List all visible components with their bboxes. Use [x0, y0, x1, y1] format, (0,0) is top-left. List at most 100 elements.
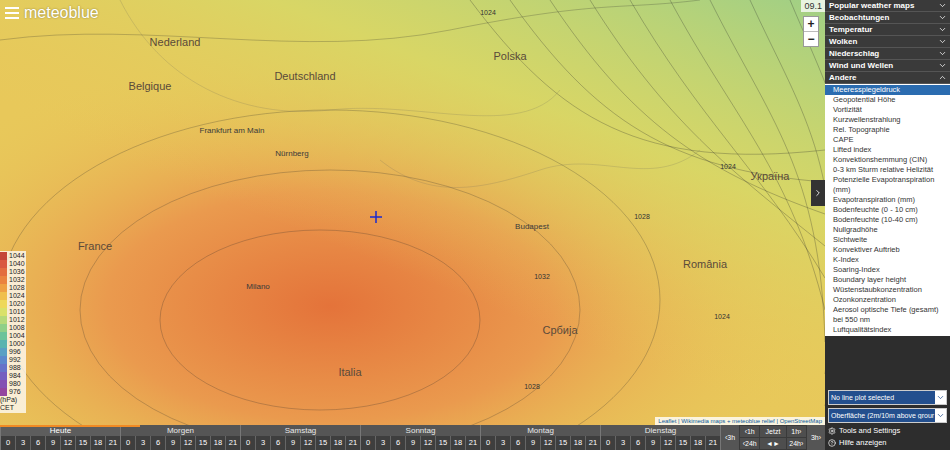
- hour-cell[interactable]: 0: [601, 436, 615, 450]
- hour-cell[interactable]: 9: [405, 436, 420, 450]
- hour-cell[interactable]: 12: [540, 436, 555, 450]
- collapse-tab[interactable]: [811, 180, 825, 206]
- section-header[interactable]: Wolken: [825, 36, 950, 48]
- hour-cell[interactable]: 0: [241, 436, 255, 450]
- hour-cell[interactable]: 15: [555, 436, 570, 450]
- hour-cell[interactable]: 21: [105, 436, 120, 450]
- day-label[interactable]: Montag: [481, 425, 600, 436]
- layer-item[interactable]: K-Index: [825, 255, 950, 265]
- hour-cell[interactable]: 0: [1, 436, 15, 450]
- section-header[interactable]: Temperatur: [825, 24, 950, 36]
- hour-cell[interactable]: 18: [450, 436, 465, 450]
- layer-item[interactable]: Konvektionshemmung (CIN): [825, 155, 950, 165]
- hour-cell[interactable]: 18: [690, 436, 705, 450]
- layer-item[interactable]: Vortizität: [825, 105, 950, 115]
- layer-item[interactable]: Kurzwellenstrahlung: [825, 115, 950, 125]
- back-1h-button[interactable]: ‹1h: [740, 426, 759, 437]
- hour-cell[interactable]: 6: [390, 436, 405, 450]
- section-header[interactable]: Niederschlag: [825, 48, 950, 60]
- hour-cell[interactable]: 0: [361, 436, 375, 450]
- hour-cell[interactable]: 9: [525, 436, 540, 450]
- hour-cell[interactable]: 3: [615, 436, 630, 450]
- menu-icon[interactable]: [5, 7, 19, 19]
- line-plot-select[interactable]: No line plot selected: [828, 390, 947, 405]
- play-button[interactable]: ◄►: [760, 438, 785, 449]
- zoom-out-button[interactable]: −: [804, 31, 818, 46]
- zoom-in-button[interactable]: +: [804, 17, 818, 31]
- tools-link[interactable]: Tools and Settings: [828, 426, 947, 435]
- timeline-day[interactable]: Heute036912151821: [0, 425, 120, 450]
- hour-cell[interactable]: 6: [270, 436, 285, 450]
- layer-item[interactable]: Nullgradhöhe: [825, 225, 950, 235]
- hour-cell[interactable]: 15: [315, 436, 330, 450]
- hour-cell[interactable]: 21: [465, 436, 480, 450]
- layer-item[interactable]: Luftqualitätsindex: [825, 325, 950, 335]
- hour-cell[interactable]: 9: [45, 436, 60, 450]
- hour-cell[interactable]: 0: [121, 436, 135, 450]
- hour-cell[interactable]: 3: [255, 436, 270, 450]
- layer-item[interactable]: Aerosol optische Tiefe (gesamt) bei 550 …: [825, 305, 950, 325]
- hour-cell[interactable]: 18: [570, 436, 585, 450]
- level-select[interactable]: Oberfläche (2m/10m above grour: [828, 408, 947, 423]
- hour-cell[interactable]: 12: [660, 436, 675, 450]
- hour-cell[interactable]: 21: [225, 436, 240, 450]
- section-header[interactable]: Beobachtungen: [825, 12, 950, 24]
- forward-3h-button[interactable]: 3h›: [807, 425, 825, 450]
- hour-cell[interactable]: 12: [60, 436, 75, 450]
- layer-item[interactable]: Lifted index: [825, 145, 950, 155]
- hour-cell[interactable]: 6: [630, 436, 645, 450]
- back-3h-button[interactable]: ‹3h: [721, 425, 739, 450]
- layer-item[interactable]: Ozonkonzentration: [825, 295, 950, 305]
- day-label[interactable]: Dienstag: [601, 425, 720, 436]
- layer-item[interactable]: Soaring-Index: [825, 265, 950, 275]
- hour-cell[interactable]: 3: [495, 436, 510, 450]
- hour-cell[interactable]: 15: [75, 436, 90, 450]
- hour-cell[interactable]: 9: [645, 436, 660, 450]
- hour-cell[interactable]: 12: [180, 436, 195, 450]
- hour-cell[interactable]: 21: [585, 436, 600, 450]
- timeline-day[interactable]: Samstag036912151821: [240, 425, 360, 450]
- forward-1h-button[interactable]: 1h›: [787, 426, 806, 437]
- now-button[interactable]: Jetzt: [760, 426, 785, 437]
- hour-cell[interactable]: 3: [15, 436, 30, 450]
- help-link[interactable]: Hilfe anzeigen: [828, 438, 947, 447]
- hour-cell[interactable]: 15: [675, 436, 690, 450]
- hour-cell[interactable]: 12: [300, 436, 315, 450]
- layer-item[interactable]: Wüstenstaubkonzentration: [825, 285, 950, 295]
- day-label[interactable]: Samstag: [241, 425, 360, 436]
- section-header[interactable]: Andere: [825, 72, 950, 84]
- layer-item[interactable]: Geopotential Höhe: [825, 95, 950, 105]
- hour-cell[interactable]: 21: [705, 436, 720, 450]
- hour-cell[interactable]: 3: [135, 436, 150, 450]
- hour-cell[interactable]: 12: [420, 436, 435, 450]
- hour-cell[interactable]: 18: [330, 436, 345, 450]
- hour-cell[interactable]: 6: [150, 436, 165, 450]
- layer-item[interactable]: Boundary layer height: [825, 275, 950, 285]
- hour-cell[interactable]: 6: [30, 436, 45, 450]
- map[interactable]: NederlandBelgiqueDeutschlandPolskaУкраїн…: [0, 0, 825, 425]
- layer-item[interactable]: Evapotranspiration (mm): [825, 195, 950, 205]
- layer-item[interactable]: Konvektiver Auftrieb: [825, 245, 950, 255]
- attribution[interactable]: Leaflet | Wikimedia maps + meteoblue rel…: [655, 417, 825, 425]
- timeline-day[interactable]: Dienstag036912151821: [600, 425, 720, 450]
- layer-item[interactable]: Bodenfeuchte (10-40 cm): [825, 215, 950, 225]
- section-header[interactable]: Popular weather maps: [825, 0, 950, 12]
- day-label[interactable]: Sonntag: [361, 425, 480, 436]
- logo[interactable]: meteoblue: [5, 4, 99, 22]
- layer-item[interactable]: Sichtweite: [825, 235, 950, 245]
- timeline-day[interactable]: Montag036912151821: [480, 425, 600, 450]
- hour-cell[interactable]: 18: [210, 436, 225, 450]
- layer-item[interactable]: Rel. Topographie: [825, 125, 950, 135]
- timeline-day[interactable]: Sonntag036912151821: [360, 425, 480, 450]
- hour-cell[interactable]: 9: [165, 436, 180, 450]
- hour-cell[interactable]: 15: [435, 436, 450, 450]
- hour-cell[interactable]: 0: [481, 436, 495, 450]
- timeline[interactable]: Heute036912151821Morgen036912151821Samst…: [0, 425, 825, 450]
- back-24h-button[interactable]: ‹24h: [740, 438, 759, 449]
- pressure-map[interactable]: [0, 0, 825, 425]
- hour-cell[interactable]: 9: [285, 436, 300, 450]
- layer-item[interactable]: Potenzielle Evapotranspiration (mm): [825, 175, 950, 195]
- layer-item[interactable]: Meeresspiegeldruck: [825, 85, 950, 95]
- layer-item[interactable]: Bodenfeuchte (0 - 10 cm): [825, 205, 950, 215]
- layer-item[interactable]: CAPE: [825, 135, 950, 145]
